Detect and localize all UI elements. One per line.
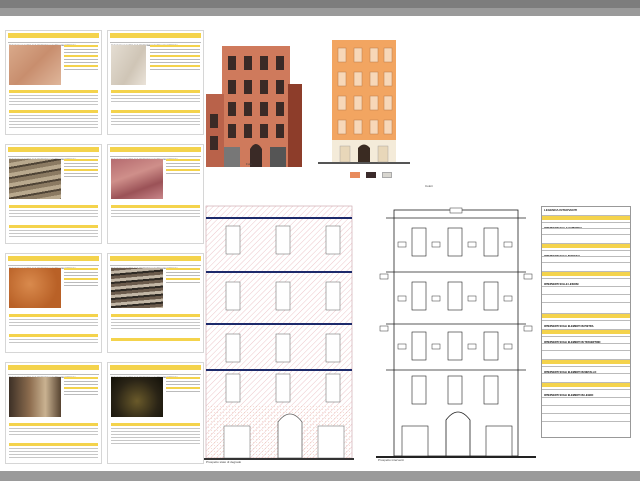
card-photo (9, 45, 61, 85)
card-side-notes (64, 159, 98, 179)
degrado-elevation: Prospetto stato di degrado (204, 204, 354, 466)
legend-section-4: INTERVENTI SUGLI ELEMENTI IN PIETRA (542, 313, 630, 328)
card-title: ANALISI DELLE FORME DI ALTERAZIONE E DEG… (110, 365, 201, 379)
card-subtitle: PATINA BIOLOGICA (8, 262, 99, 276)
card-subtitle: ALVEOLIZZAZIONE (110, 262, 201, 276)
degrado-card-3: ANALISI DELLE FORME DI ALTERAZIONE E DEG… (5, 144, 102, 244)
card-side-notes (64, 268, 98, 288)
card-side-notes (64, 45, 98, 72)
card-title: ANALISI DELLE FORME DI ALTERAZIONE E DEG… (110, 256, 201, 270)
card-side-notes (150, 45, 200, 72)
degrado-card-2: ANALISI DELLE FORME DI ALTERAZIONE E DEG… (107, 30, 204, 135)
card-subtitle: CROSTA (110, 39, 201, 53)
card-photo (111, 45, 146, 85)
legend-section-1: INTERVENTI SULLE SUPERFICI (542, 215, 630, 230)
card-title: ANALISI DELLE FORME DI ALTERAZIONE E DEG… (8, 33, 99, 47)
legend-section-7: INTERVENTI SUGLI ELEMENTI IN LEGNO (542, 382, 630, 397)
card-photo (111, 268, 163, 308)
card-side-notes (166, 159, 200, 176)
color-elevation (318, 40, 410, 170)
card-side-notes (166, 377, 200, 394)
card-subtitle: MACCHIA (110, 153, 201, 167)
degrado-card-5: ANALISI DELLE FORME DI ALTERAZIONE E DEG… (5, 253, 102, 353)
legend-section-5: INTERVENTI SUGLI ELEMENTI IN TRAVERTINO (542, 329, 630, 344)
degrado-card-8: ANALISI DELLE FORME DI ALTERAZIONE E DEG… (107, 362, 204, 464)
card-photo (111, 377, 163, 417)
card-side-notes (64, 377, 98, 397)
card-title: ANALISI DELLE FORME DI ALTERAZIONE E DEG… (110, 33, 201, 47)
swatch-2 (366, 172, 376, 178)
photo-caption: Foto (246, 162, 253, 166)
card-subtitle: DEPOSITO SUPERFICIALE (8, 39, 99, 53)
card-photo (9, 159, 61, 199)
legend-title: LEGENDA INTERVENTI (544, 208, 578, 212)
facade-photo: Foto (206, 44, 302, 167)
degrado-card-7: ANALISI DELLE FORME DI ALTERAZIONE E DEG… (5, 362, 102, 464)
interventi-caption: Prospetto interventi (378, 458, 404, 462)
document-page: ANALISI DELLE FORME DI ALTERAZIONE E DEG… (0, 0, 640, 481)
card-title: ANALISI DELLE FORME DI ALTERAZIONE E DEG… (110, 147, 201, 161)
degrado-caption: Prospetto stato di degrado (206, 460, 242, 464)
legend-section-3: INTERVENTI SULLE LESIONI (542, 271, 630, 286)
degrado-card-4: ANALISI DELLE FORME DI ALTERAZIONE E DEG… (107, 144, 204, 244)
color-caption: Colori (425, 184, 433, 188)
card-title: ANALISI DELLE FORME DI ALTERAZIONE E DEG… (8, 365, 99, 379)
card-title: ANALISI DELLE FORME DI ALTERAZIONE E DEG… (8, 147, 99, 161)
card-title: ANALISI DELLE FORME DI ALTERAZIONE E DEG… (8, 256, 99, 270)
card-side-notes (166, 268, 200, 285)
legend-section-2: INTERVENTI SUGLI INTONACI (542, 243, 630, 258)
legend-panel: LEGENDA INTERVENTI INTERVENTI SULLE SUPE… (541, 206, 631, 438)
swatch-1 (350, 172, 360, 178)
degrado-card-6: ANALISI DELLE FORME DI ALTERAZIONE E DEG… (107, 253, 204, 353)
card-subtitle: FRATTURAZIONE (8, 153, 99, 167)
drawing-sheet: ANALISI DELLE FORME DI ALTERAZIONE E DEG… (0, 16, 640, 471)
swatch-3 (382, 172, 392, 178)
card-photo (9, 268, 61, 308)
viewer-top-bar (0, 0, 640, 8)
interventi-elevation: Prospetto interventi (376, 204, 536, 466)
card-photo (9, 377, 61, 417)
degrado-card-1: ANALISI DELLE FORME DI ALTERAZIONE E DEG… (5, 30, 102, 135)
card-subtitle: DISTACCO (8, 371, 99, 385)
color-swatches (350, 172, 410, 180)
card-subtitle: EFFLORESCENZA (110, 371, 201, 385)
legend-section-6: INTERVENTI SUGLI ELEMENTI IN METALLO (542, 359, 630, 374)
card-photo (111, 159, 163, 199)
